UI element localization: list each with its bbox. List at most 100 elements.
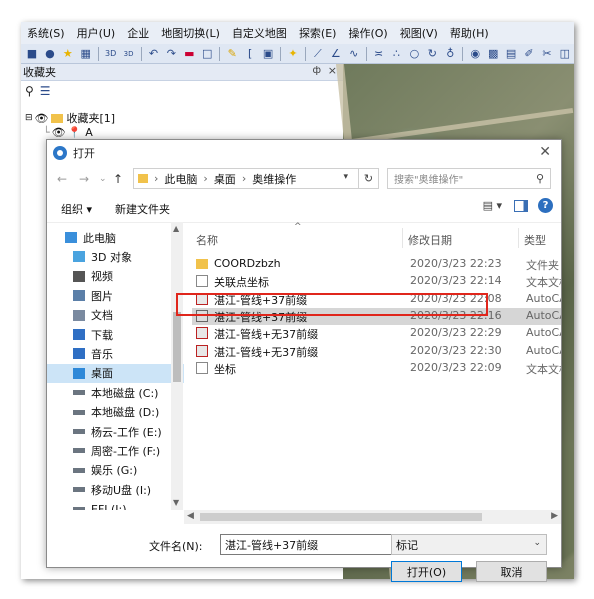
polyline-icon[interactable]: ⟋ <box>310 46 326 62</box>
nav-item[interactable]: 桌面 <box>47 363 184 383</box>
preview-pane-icon[interactable] <box>514 199 528 212</box>
menu-system[interactable]: 系统(S) <box>21 25 71 41</box>
nav-item[interactable]: 3D 对象 <box>47 247 184 266</box>
column-divider[interactable] <box>402 228 403 248</box>
file-row[interactable]: 湛江-管线+无37前缀 2020/3/23 22:30 AutoCAD <box>192 343 561 360</box>
points-icon[interactable]: ∴ <box>389 46 405 62</box>
address-bar[interactable]: › 此电脑 › 桌面 › 奥维操作 ▾ <box>133 168 359 189</box>
angle-icon[interactable]: ∠ <box>328 46 344 62</box>
tree-node-child[interactable]: └ 👁 📍 A <box>43 126 93 139</box>
menu-custom-map[interactable]: 自定义地图 <box>226 25 293 41</box>
nav-item[interactable]: 图片 <box>47 286 184 305</box>
nav-item[interactable]: 杨云-工作 (E:) <box>47 422 184 441</box>
save-icon[interactable]: ■ <box>24 46 40 62</box>
measure-icon[interactable]: ≍ <box>371 46 387 62</box>
bracket-icon[interactable]: [ <box>242 46 258 62</box>
delete-icon[interactable]: ▬ <box>181 46 197 62</box>
3d-2d-icon[interactable]: 3D <box>121 46 137 62</box>
menu-view[interactable]: 视图(V) <box>394 25 444 41</box>
menu-map-switch[interactable]: 地图切换(L) <box>155 25 226 41</box>
up-icon[interactable]: ↑ <box>113 172 123 186</box>
view-options-icon[interactable]: ▤ ▾ <box>483 199 502 212</box>
pin-icon[interactable]: ♁ <box>442 46 458 62</box>
forward-icon[interactable]: → <box>79 172 89 186</box>
nav-item[interactable]: 移动U盘 (I:) <box>47 480 184 499</box>
menu-user[interactable]: 用户(U) <box>71 25 122 41</box>
erase-icon[interactable]: ◫ <box>557 46 573 62</box>
file-row[interactable]: 湛江-管线+无37前缀 2020/3/23 22:29 AutoCAD <box>192 325 561 342</box>
column-header-type[interactable]: 类型 <box>524 232 546 248</box>
nav-item[interactable]: 本地磁盘 (D:) <box>47 403 184 422</box>
rotate-icon[interactable]: ↻ <box>424 46 440 62</box>
organize-button[interactable]: 组织 ▾ <box>61 201 92 217</box>
file-row[interactable]: 坐标 2020/3/23 22:09 文本文档 <box>192 360 561 377</box>
open-button[interactable]: 打开(O) <box>391 561 462 582</box>
menu-enterprise[interactable]: 企业 <box>121 25 155 41</box>
menu-explore[interactable]: 探索(E) <box>293 25 343 41</box>
nav-item[interactable]: 周密-工作 (F:) <box>47 441 184 460</box>
cancel-button[interactable]: 取消 <box>476 561 547 582</box>
marker-star-icon[interactable]: ✦ <box>285 46 301 62</box>
map-icon[interactable]: ▩ <box>485 46 501 62</box>
pin-icon[interactable]: ф <box>312 65 321 76</box>
search-icon[interactable]: ⚲ <box>25 84 34 98</box>
redo-icon[interactable]: ↷ <box>163 46 179 62</box>
chevron-down-icon[interactable]: ▾ <box>343 172 348 182</box>
scroll-down-icon[interactable]: ▼ <box>173 498 179 507</box>
back-icon[interactable]: ← <box>57 172 67 186</box>
star-icon[interactable]: ★ <box>60 46 76 62</box>
filename-input[interactable]: 湛江-管线+37前缀 ⌄ <box>220 534 405 555</box>
file-list-hscrollbar[interactable]: ◀ ▶ <box>184 510 561 524</box>
nav-scrollbar[interactable]: ▲ ▼ <box>171 222 183 510</box>
image-icon[interactable]: ▣ <box>260 46 276 62</box>
user-icon[interactable]: ● <box>42 46 58 62</box>
scrollbar-thumb[interactable] <box>173 312 181 382</box>
undo-icon[interactable]: ↶ <box>146 46 162 62</box>
breadcrumb-folder[interactable]: 奥维操作 <box>252 171 296 187</box>
folder-icon[interactable]: ▤ <box>503 46 519 62</box>
column-divider[interactable] <box>518 228 519 248</box>
scrollbar-thumb[interactable] <box>200 513 482 521</box>
nav-item[interactable]: 文档 <box>47 306 184 325</box>
favorites-list-icon[interactable]: ☰ <box>40 84 51 98</box>
3d-icon[interactable]: 3D <box>103 46 119 62</box>
close-icon[interactable]: ✕ <box>539 144 551 160</box>
nav-item[interactable]: 下载 <box>47 325 184 344</box>
eye-icon[interactable]: 👁 <box>52 126 66 139</box>
breadcrumb-desktop[interactable]: 桌面 <box>214 171 236 187</box>
edit-icon[interactable]: ✐ <box>521 46 537 62</box>
building-icon[interactable]: ▦ <box>78 46 94 62</box>
select-rect-icon[interactable]: □ <box>199 46 215 62</box>
scissors-icon[interactable]: ✂ <box>539 46 555 62</box>
nav-item[interactable]: 视频 <box>47 267 184 286</box>
menu-help[interactable]: 帮助(H) <box>444 25 495 41</box>
help-icon[interactable]: ? <box>538 198 553 213</box>
circle-icon[interactable]: ○ <box>407 46 423 62</box>
recent-dropdown-icon[interactable]: ⌄ <box>99 174 107 184</box>
tree-node-root[interactable]: ⊟ 👁 收藏夹[1] <box>25 110 115 126</box>
search-input[interactable]: 搜索"奥维操作" ⚲ <box>387 168 551 189</box>
chevron-down-icon[interactable]: ⌄ <box>533 538 541 548</box>
nav-item[interactable]: EFI (J:) <box>47 500 184 510</box>
collapse-icon[interactable]: ⊟ <box>25 113 33 123</box>
menu-operation[interactable]: 操作(O) <box>342 25 393 41</box>
nav-item[interactable]: 娱乐 (G:) <box>47 461 184 480</box>
curve-icon[interactable]: ∿ <box>346 46 362 62</box>
nav-item[interactable]: 本地磁盘 (C:) <box>47 383 184 402</box>
file-type-select[interactable]: 标记 ⌄ <box>391 534 547 555</box>
globe-icon[interactable]: ◉ <box>467 46 483 62</box>
nav-item[interactable]: 音乐 <box>47 344 184 363</box>
scroll-left-icon[interactable]: ◀ <box>187 511 194 521</box>
file-row[interactable]: 关联点坐标 2020/3/23 22:14 文本文档 <box>192 273 561 290</box>
file-row[interactable]: COORDzbzh 2020/3/23 22:23 文件夹 <box>192 256 561 273</box>
scroll-up-icon[interactable]: ▲ <box>173 224 179 233</box>
pencil-icon[interactable]: ✎ <box>224 46 240 62</box>
scroll-right-icon[interactable]: ▶ <box>551 511 558 521</box>
eye-icon[interactable]: 👁 <box>35 112 49 125</box>
breadcrumb-this-pc[interactable]: 此电脑 <box>164 171 197 187</box>
search-icon[interactable]: ⚲ <box>536 172 544 185</box>
nav-item[interactable]: 此电脑 <box>47 228 184 247</box>
new-folder-button[interactable]: 新建文件夹 <box>115 201 170 217</box>
refresh-icon[interactable]: ↻ <box>359 168 379 189</box>
column-header-date[interactable]: 修改日期 <box>408 232 452 248</box>
